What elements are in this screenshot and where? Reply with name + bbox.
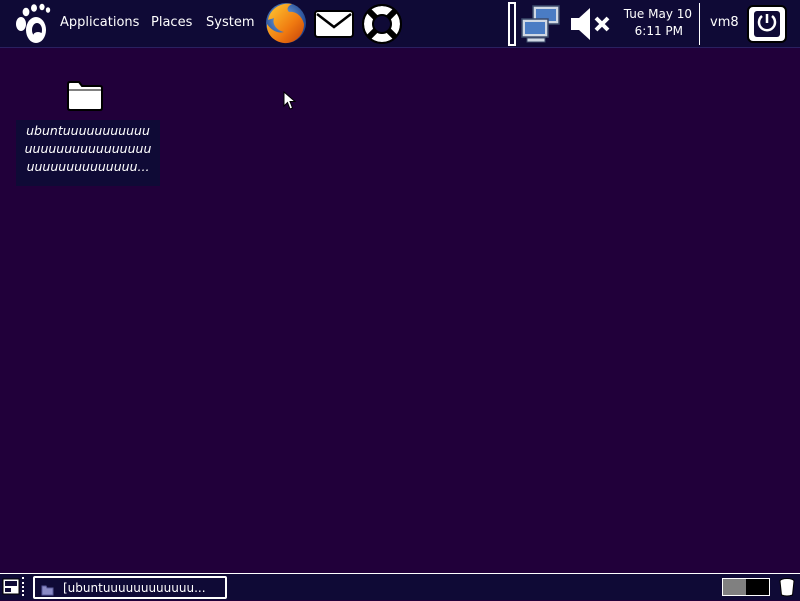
folder-label[interactable]: ubuntuuuuuuuuuuu uuuuuuuuuuuuuuuu uuuuuu… bbox=[16, 120, 160, 186]
panel-separator bbox=[699, 3, 700, 45]
system-menu[interactable]: System bbox=[206, 15, 254, 30]
gnome-foot-icon[interactable] bbox=[12, 2, 52, 46]
desktop[interactable]: ubuntuuuuuuuuuuu uuuuuuuuuuuuuuuu uuuuuu… bbox=[0, 48, 800, 573]
workspace-1[interactable] bbox=[723, 579, 746, 595]
bottom-panel: [ubuntuuuuuuuuuuuu... bbox=[0, 573, 800, 600]
panel-drag-handle[interactable] bbox=[508, 2, 516, 46]
volume-muted-icon[interactable] bbox=[568, 5, 614, 43]
applications-menu[interactable]: Applications bbox=[60, 15, 139, 30]
taskbar-window-label: [ubuntuuuuuuuuuuuu... bbox=[63, 581, 206, 595]
firefox-icon[interactable] bbox=[262, 0, 310, 46]
show-desktop-icon[interactable] bbox=[2, 577, 20, 596]
taskbar-window-button[interactable]: [ubuntuuuuuuuuuuuu... bbox=[33, 576, 227, 599]
workspace-switcher[interactable] bbox=[722, 578, 770, 596]
user-name[interactable]: vm8 bbox=[710, 15, 739, 30]
network-icon[interactable] bbox=[519, 3, 563, 45]
folder-icon bbox=[41, 581, 54, 596]
clock-time: 6:11 PM bbox=[634, 24, 683, 38]
mouse-cursor-icon bbox=[283, 90, 297, 111]
top-panel: Applications Places System Tue May 10 6:… bbox=[0, 0, 800, 48]
folder-label-line: uuuuuuuuuuuuuuuu bbox=[24, 141, 152, 156]
places-menu[interactable]: Places bbox=[151, 15, 192, 30]
help-icon[interactable] bbox=[360, 2, 404, 46]
clock[interactable]: Tue May 10 6:11 PM bbox=[616, 7, 692, 41]
folder-label-line: ubuntuuuuuuuuuuu bbox=[26, 123, 150, 138]
folder-icon bbox=[66, 78, 104, 112]
clock-date: Tue May 10 bbox=[623, 7, 692, 21]
trash-icon[interactable] bbox=[777, 577, 797, 597]
mail-icon[interactable] bbox=[312, 7, 356, 41]
folder-label-line: uuuuuuuuuuuuuu... bbox=[26, 159, 150, 174]
panel-drag-handle[interactable] bbox=[22, 577, 29, 596]
shutdown-icon[interactable] bbox=[746, 4, 788, 44]
workspace-2[interactable] bbox=[746, 579, 769, 595]
